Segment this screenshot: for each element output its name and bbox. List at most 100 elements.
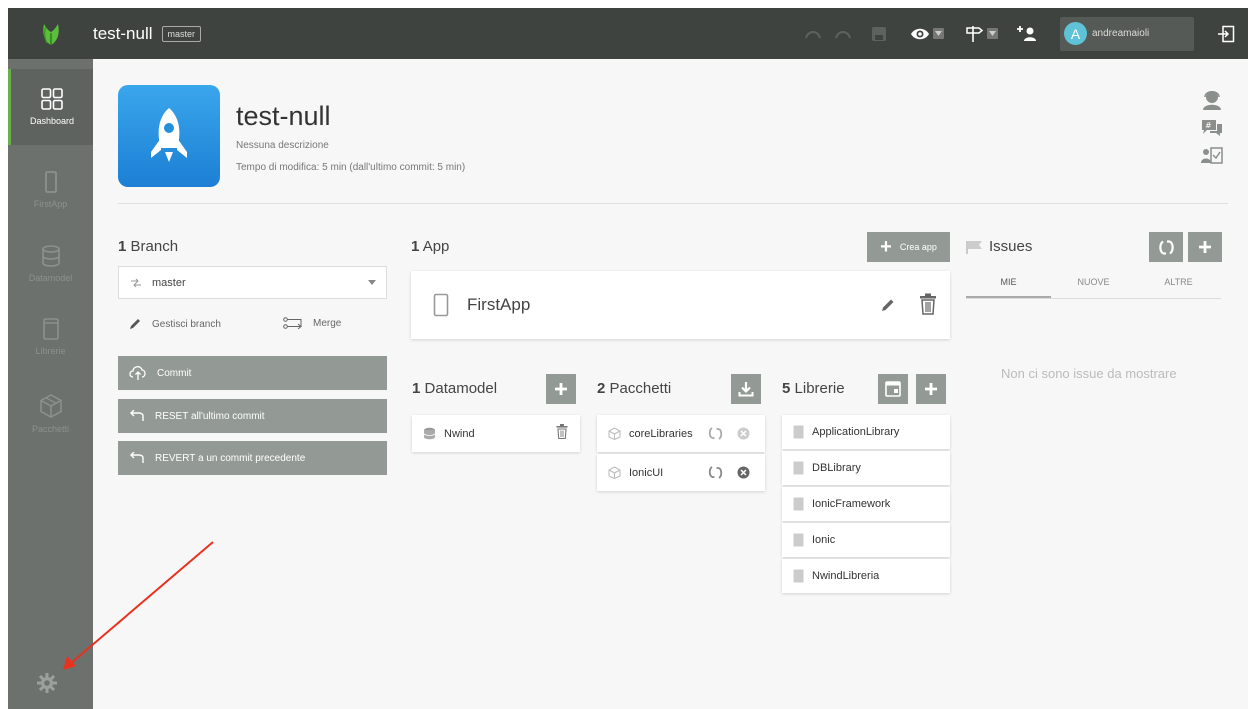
branch-select-value: master (152, 276, 186, 289)
add-library-button[interactable] (916, 374, 946, 404)
sidebar-item-librerie[interactable]: Librerie (8, 299, 93, 375)
user-checklist-icon[interactable] (1201, 145, 1223, 172)
rocket-icon (118, 85, 220, 187)
chevron-down-icon[interactable] (933, 28, 944, 39)
sidebar-item-label: FirstApp (33, 199, 68, 209)
signpost-icon[interactable] (958, 8, 1004, 59)
trash-icon[interactable] (556, 424, 568, 439)
undo-arrow-icon (129, 410, 145, 422)
user-menu[interactable]: A andreamaioli (1060, 16, 1194, 51)
redo-icon[interactable] (828, 8, 858, 59)
library-name: ApplicationLibrary (812, 426, 900, 438)
list-item[interactable]: NwindLibreria (782, 559, 950, 593)
package-icon (608, 427, 621, 440)
branch-badge[interactable]: master (161, 25, 202, 42)
avatar: A (1064, 22, 1087, 45)
sidebar: Dashboard FirstApp Datamodel Librerie Pa… (8, 59, 93, 709)
chevron-down-icon[interactable] (987, 28, 998, 39)
chevron-down-icon (368, 280, 376, 285)
project-title: test-null (93, 23, 153, 43)
issues-section-title: Issues (966, 238, 1032, 255)
leaf-logo-icon[interactable] (8, 8, 93, 59)
app-card[interactable]: FirstApp (411, 271, 950, 339)
page-title: test-null (236, 101, 331, 131)
pencil-icon[interactable] (880, 297, 896, 313)
app-name: FirstApp (467, 295, 531, 314)
reset-button[interactable]: RESET all'ultimo commit (118, 399, 387, 433)
branch-icon (131, 278, 141, 287)
book-icon (793, 533, 804, 547)
library-name: IonicFramework (812, 498, 891, 510)
librerie-section-title: 5 Librerie (782, 380, 845, 397)
refresh-icon[interactable] (708, 466, 723, 479)
merge-icon (283, 317, 302, 329)
remove-circle-icon[interactable] (737, 427, 750, 440)
dashboard-main: test-null Nessuna descrizione Tempo di m… (93, 59, 1248, 709)
trash-icon[interactable] (919, 293, 937, 315)
chat-hashtag-icon[interactable]: # (1201, 118, 1223, 143)
phone-icon (44, 171, 57, 193)
tab-nuove[interactable]: NUOVE (1051, 271, 1136, 298)
phone-icon (433, 293, 449, 317)
app-section-title: 1 App (411, 238, 450, 255)
book-icon (793, 497, 804, 511)
support-agent-icon[interactable] (1201, 89, 1223, 116)
revert-button[interactable]: REVERT a un commit precedente (118, 441, 387, 475)
sidebar-item-label: Dashboard (29, 116, 75, 126)
book-icon (793, 425, 804, 439)
list-item[interactable]: ApplicationLibrary (782, 415, 950, 449)
tab-mie[interactable]: MIE (966, 271, 1051, 298)
tab-altre[interactable]: ALTRE (1136, 271, 1221, 298)
modification-time: Tempo di modifica: 5 min (dall'ultimo co… (236, 162, 466, 173)
download-icon (738, 382, 754, 397)
issues-tabs: MIE NUOVE ALTRE (966, 271, 1221, 298)
sidebar-item-datamodel[interactable]: Datamodel (8, 226, 93, 302)
username: andreamaioli (1092, 28, 1150, 39)
list-item[interactable]: IonicFramework (782, 487, 950, 521)
download-package-button[interactable] (731, 374, 761, 404)
add-issue-button[interactable] (1188, 232, 1222, 262)
refresh-icon[interactable] (708, 427, 723, 440)
empty-issues-message: Non ci sono issue da mostrare (1001, 366, 1177, 381)
undo-icon[interactable] (798, 8, 828, 59)
svg-text:#: # (1205, 121, 1212, 130)
list-item[interactable]: coreLibraries (597, 415, 765, 452)
sidebar-item-firstapp[interactable]: FirstApp (8, 152, 93, 228)
library-name: Ionic (812, 534, 836, 546)
list-item[interactable]: Ionic (782, 523, 950, 557)
gear-icon[interactable] (36, 672, 58, 699)
flag-icon (966, 240, 982, 254)
refresh-issues-button[interactable] (1149, 232, 1183, 262)
top-bar: test-null master A andreamaioli (8, 8, 1248, 59)
pacchetti-section-title: 2 Pacchetti (597, 380, 672, 397)
library-name: DBLibrary (812, 462, 861, 474)
plus-icon: + (880, 236, 892, 258)
merge-link[interactable]: Merge (283, 317, 341, 329)
commit-button[interactable]: Commit (118, 356, 387, 390)
sidebar-item-dashboard[interactable]: Dashboard (8, 69, 93, 145)
package-icon (608, 466, 621, 479)
sidebar-item-label: Librerie (35, 346, 66, 356)
branch-select[interactable]: master (118, 266, 387, 299)
save-icon[interactable] (864, 8, 894, 59)
logout-icon[interactable] (1204, 8, 1248, 59)
manage-branch-link[interactable]: Gestisci branch (128, 317, 221, 331)
plus-icon (555, 383, 567, 395)
preview-eye-icon[interactable] (904, 8, 950, 59)
divider (966, 298, 1221, 299)
sidebar-item-pacchetti[interactable]: Pacchetti (8, 375, 93, 451)
plus-icon (925, 383, 937, 395)
library-template-button[interactable] (878, 374, 908, 404)
create-app-button[interactable]: + Crea app (867, 232, 950, 262)
add-datamodel-button[interactable] (546, 374, 576, 404)
refresh-icon (1158, 239, 1174, 255)
add-user-icon[interactable] (1012, 8, 1042, 59)
remove-circle-icon[interactable] (737, 466, 750, 479)
list-item[interactable]: Nwind (412, 415, 580, 452)
list-item[interactable]: IonicUI (597, 454, 765, 491)
datamodel-section-title: 1 Datamodel (412, 380, 498, 397)
pencil-icon (130, 319, 140, 329)
library-name: NwindLibreria (812, 570, 880, 582)
list-item[interactable]: DBLibrary (782, 451, 950, 485)
package-icon (39, 394, 62, 418)
